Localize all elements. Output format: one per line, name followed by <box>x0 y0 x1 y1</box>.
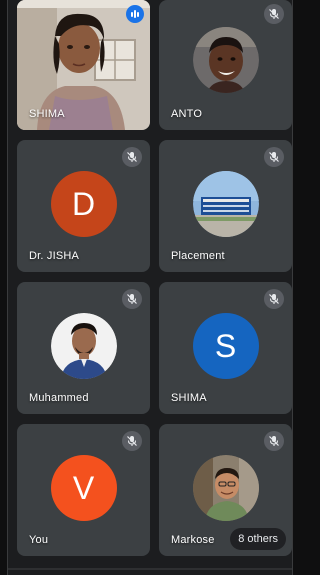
participant-tile-shima-video[interactable]: SHIMA <box>17 0 150 130</box>
participant-tile-placement[interactable]: Placement <box>159 140 292 272</box>
participant-name: Placement <box>171 250 225 262</box>
participant-name: You <box>29 534 49 546</box>
mic-off-icon <box>122 289 142 309</box>
participant-name: Markose <box>171 534 215 546</box>
participant-tile-anto[interactable]: ANTO <box>159 0 292 130</box>
avatar-initial: S <box>214 327 237 364</box>
mic-off-icon <box>122 431 142 451</box>
others-count-badge[interactable]: 8 others <box>230 528 286 550</box>
participant-tile-muhammed[interactable]: Muhammed <box>17 282 150 414</box>
meeting-grid: SHIMA ANTO D Dr. JISHA Placement Muhamme… <box>7 0 293 575</box>
divider <box>8 568 292 570</box>
mic-off-icon <box>122 147 142 167</box>
participant-initial-avatar: S <box>192 313 259 379</box>
mic-off-icon <box>264 289 284 309</box>
participant-photo <box>192 27 259 93</box>
participant-name: SHIMA <box>171 392 207 404</box>
participant-tile-you[interactable]: V You <box>17 424 150 556</box>
participant-tile-shima[interactable]: S SHIMA <box>159 282 292 414</box>
participant-tile-dr-jisha[interactable]: D Dr. JISHA <box>17 140 150 272</box>
mic-off-icon <box>264 147 284 167</box>
participant-initial-avatar: V <box>50 455 117 521</box>
participant-name: Dr. JISHA <box>29 250 80 262</box>
participant-name: ANTO <box>171 108 203 120</box>
mic-off-icon <box>264 4 284 24</box>
participant-name: SHIMA <box>29 108 65 120</box>
mic-off-icon <box>264 431 284 451</box>
avatar-initial: D <box>71 185 96 222</box>
participant-photo <box>192 455 259 521</box>
avatar-initial: V <box>72 469 95 506</box>
participant-initial-avatar: D <box>50 171 117 237</box>
participant-photo <box>50 313 117 379</box>
participant-photo <box>192 171 259 237</box>
audio-level-icon <box>126 5 144 23</box>
participant-tile-markose[interactable]: Markose 8 others <box>159 424 292 556</box>
participant-name: Muhammed <box>29 392 89 404</box>
